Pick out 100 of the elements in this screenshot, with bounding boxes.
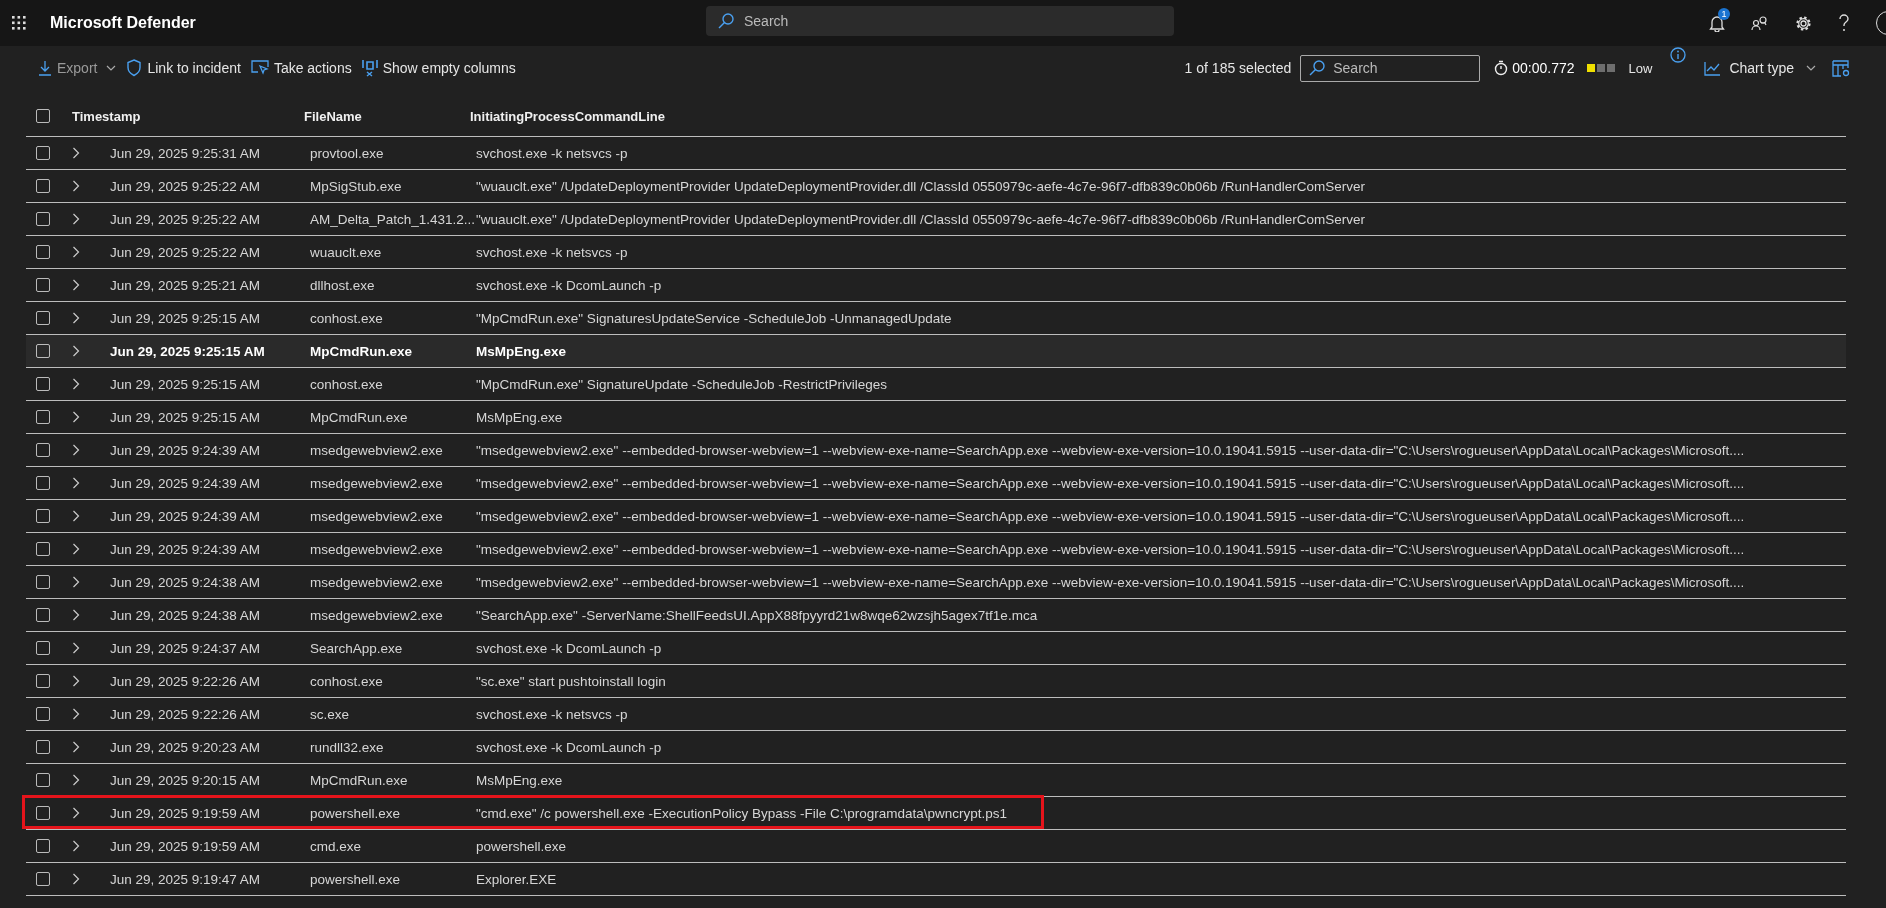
table-row[interactable]: Jun 29, 2025 9:25:22 AM AM_Delta_Patch_1.431.2..."wuauclt.exe" /UpdateDeploymentProvider UpdateDeploymentProvider.dll /ClassId 0550979c-aefe-4c7e-96f7-dfb839c0b06b /RunHandlerComServer [26, 203, 1846, 236]
row-checkbox[interactable] [36, 773, 50, 787]
table-row[interactable]: Jun 29, 2025 9:22:26 AM conhost.exe "sc.exe" start pushtoinstall login [26, 665, 1846, 698]
row-checkbox[interactable] [36, 740, 50, 754]
table-row[interactable]: Jun 29, 2025 9:25:31 AM provtool.exe svchost.exe -k netsvcs -p [26, 137, 1846, 170]
file-name-cell: cmd.exe [310, 838, 362, 854]
chevron-icon[interactable] [72, 345, 80, 357]
chevron-icon[interactable] [72, 774, 80, 786]
file-name-cell: conhost.exe [310, 310, 383, 326]
row-checkbox[interactable] [36, 872, 50, 886]
table-row[interactable]: Jun 29, 2025 9:24:37 AM SearchApp.exe svchost.exe -k DcomLaunch -p [26, 632, 1846, 665]
people-icon[interactable] [1751, 15, 1769, 31]
chevron-icon[interactable] [72, 840, 80, 852]
chevron-icon[interactable] [72, 708, 80, 720]
chevron-icon[interactable] [72, 675, 80, 687]
table-row[interactable]: Jun 29, 2025 9:25:22 AM wuauclt.exe svchost.exe -k netsvcs -p [26, 236, 1846, 269]
chevron-icon[interactable] [72, 807, 80, 819]
row-checkbox[interactable] [36, 806, 50, 820]
table-row[interactable]: Jun 29, 2025 9:25:15 AM MpCmdRun.exe MsMpEng.exe [26, 401, 1846, 434]
chart-type-dropdown[interactable]: Chart type [1704, 60, 1816, 76]
chevron-icon[interactable] [72, 213, 80, 225]
row-checkbox[interactable] [36, 476, 50, 490]
chevron-icon[interactable] [72, 543, 80, 555]
file-name-cell: MpCmdRun.exe [310, 772, 408, 788]
row-checkbox[interactable] [36, 410, 50, 424]
help-icon[interactable] [1838, 14, 1850, 32]
row-checkbox[interactable] [36, 674, 50, 688]
chevron-icon[interactable] [72, 510, 80, 522]
table-row[interactable]: Jun 29, 2025 9:25:15 AM MpCmdRun.exe MsMpEng.exe [26, 335, 1846, 368]
row-checkbox[interactable] [36, 443, 50, 457]
table-row[interactable]: Jun 29, 2025 9:20:23 AM rundll32.exe svchost.exe -k DcomLaunch -p [26, 731, 1846, 764]
column-header[interactable]: FileName [304, 108, 470, 124]
table-row[interactable]: Jun 29, 2025 9:25:21 AM dllhost.exe svchost.exe -k DcomLaunch -p [26, 269, 1846, 302]
chevron-icon[interactable] [72, 279, 80, 291]
timestamp-cell: Jun 29, 2025 9:25:15 AM [110, 409, 261, 425]
chevron-icon[interactable] [72, 873, 80, 885]
command-line-cell: MsMpEng.exe [476, 343, 567, 359]
table-row[interactable]: Jun 29, 2025 9:25:22 AM MpSigStub.exe "wuauclt.exe" /UpdateDeploymentProvider UpdateDeploymentProvider.dll /ClassId 0550979c-aefe-4c7e-96f7-dfb839c0b06b /RunHandlerComServer [26, 170, 1846, 203]
row-checkbox[interactable] [36, 509, 50, 523]
chevron-icon[interactable] [72, 411, 80, 423]
command-line-cell: powershell.exe [476, 838, 567, 854]
settings-icon[interactable] [1795, 14, 1812, 32]
search-field[interactable]: Search [706, 6, 1174, 36]
chevron-icon[interactable] [72, 642, 80, 654]
file-name-cell: dllhost.exe [310, 277, 375, 293]
row-checkbox[interactable] [36, 212, 50, 226]
row-checkbox[interactable] [36, 311, 50, 325]
row-checkbox[interactable] [36, 839, 50, 853]
chevron-icon[interactable] [72, 246, 80, 258]
chevron-icon[interactable] [72, 609, 80, 621]
table-row[interactable]: Jun 29, 2025 9:19:59 AM cmd.exe powershell.exe [26, 830, 1846, 863]
toolbar-action-button[interactable]: Link to incident [126, 59, 241, 77]
row-checkbox[interactable] [36, 377, 50, 391]
chevron-icon[interactable] [72, 477, 80, 489]
timestamp-cell: Jun 29, 2025 9:24:38 AM [110, 574, 261, 590]
table-row[interactable]: Jun 29, 2025 9:25:15 AM conhost.exe "MpCmdRun.exe" SignatureUpdate -ScheduleJob -RestrictPrivileges [26, 368, 1846, 401]
row-checkbox[interactable] [36, 179, 50, 193]
row-checkbox[interactable] [36, 146, 50, 160]
chevron-icon[interactable] [72, 147, 80, 159]
column-header[interactable]: Timestamp [72, 108, 304, 124]
command-line-cell: "MpCmdRun.exe" SignatureUpdate -ScheduleJob -RestrictPrivileges [476, 376, 888, 392]
row-checkbox[interactable] [36, 542, 50, 556]
table-row[interactable]: Jun 29, 2025 9:24:38 AM msedgewebview2.exe "SearchApp.exe" -ServerName:ShellFeedsUI.AppX88fpyyrd21w8wqe62wzsjh5agex7tf1e.mca [26, 599, 1846, 632]
select-all-checkbox[interactable] [36, 109, 50, 123]
command-line-cell: "SearchApp.exe" -ServerName:ShellFeedsUI.AppX88fpyyrd21w8wqe62wzsjh5agex7tf1e.mca [476, 607, 1038, 623]
file-name-cell: SearchApp.exe [310, 640, 403, 656]
toolbar-action-button[interactable]: Take actions [250, 60, 352, 76]
chevron-icon[interactable] [72, 444, 80, 456]
command-line-cell: "wuauclt.exe" /UpdateDeploymentProvider UpdateDeploymentProvider.dll /ClassId 0550979c-aefe-4c7e-96f7-dfb839c0b06b /RunHandlerComServer [476, 211, 1366, 227]
chevron-icon[interactable] [72, 312, 80, 324]
toolbar-action-button[interactable]: Show empty columns [361, 59, 516, 77]
table-settings-icon[interactable] [1832, 59, 1850, 77]
query-duration: 00:00.772 [1512, 60, 1575, 76]
search-icon [718, 13, 734, 29]
table-row[interactable]: Jun 29, 2025 9:20:15 AM MpCmdRun.exe MsMpEng.exe [26, 764, 1846, 797]
chevron-icon[interactable] [72, 576, 80, 588]
row-checkbox[interactable] [36, 245, 50, 259]
search-field[interactable]: Search [1300, 54, 1481, 82]
timestamp-cell: Jun 29, 2025 9:22:26 AM [110, 706, 261, 722]
app-launcher-icon[interactable] [12, 16, 26, 30]
row-checkbox[interactable] [36, 575, 50, 589]
chevron-icon[interactable] [72, 180, 80, 192]
table-row[interactable]: Jun 29, 2025 9:22:26 AM sc.exe svchost.exe -k netsvcs -p [26, 698, 1846, 731]
row-checkbox[interactable] [36, 608, 50, 622]
row-checkbox[interactable] [36, 278, 50, 292]
chevron-icon[interactable] [72, 741, 80, 753]
row-checkbox[interactable] [36, 707, 50, 721]
severity-label: Low [1628, 60, 1653, 76]
command-line-cell: svchost.exe -k netsvcs -p [476, 706, 628, 722]
row-checkbox[interactable] [36, 344, 50, 358]
info-icon[interactable] [1670, 46, 1687, 63]
table-row[interactable]: Jun 29, 2025 9:19:47 AM powershell.exe Explorer.EXE [26, 863, 1846, 896]
table-row[interactable]: Jun 29, 2025 9:19:59 AM powershell.exe "cmd.exe" /c powershell.exe -ExecutionPolicy Bypass -File C:\programdata\pwncrypt.ps1 [26, 797, 1846, 830]
line-chart-icon [1704, 60, 1722, 76]
file-name-cell: provtool.exe [310, 145, 384, 161]
chevron-icon[interactable] [72, 378, 80, 390]
column-header[interactable]: InitiatingProcessCommandLine [470, 108, 1846, 124]
file-name-cell: MpSigStub.exe [310, 178, 402, 194]
row-checkbox[interactable] [36, 641, 50, 655]
file-name-cell: msedgewebview2.exe [310, 607, 443, 623]
